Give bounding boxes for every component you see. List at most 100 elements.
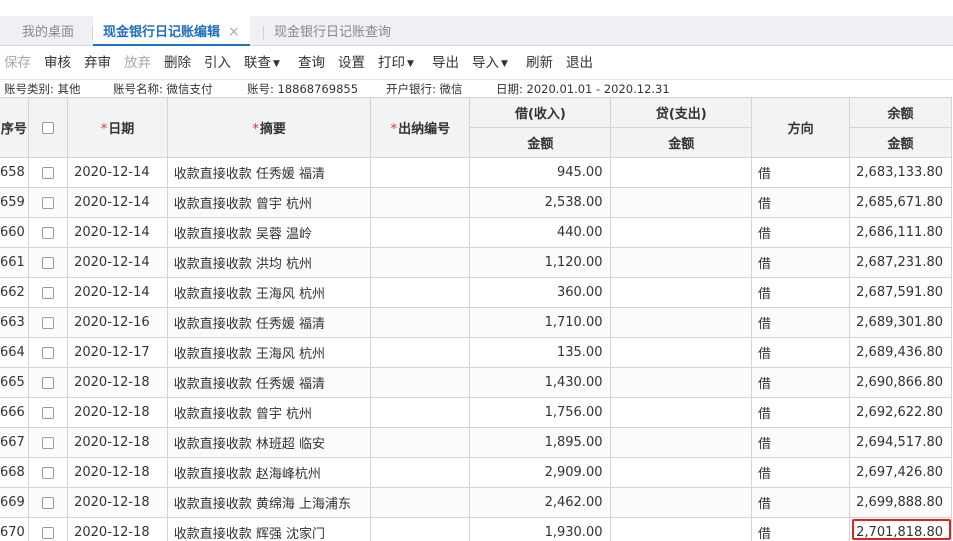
row-credit-amount[interactable] <box>610 457 753 488</box>
row-credit-amount[interactable] <box>610 277 753 308</box>
header-debit[interactable]: 借(收入) <box>469 97 612 128</box>
row-summary[interactable]: 收款直接收款 任秀媛 福清 <box>166 367 372 398</box>
table-row[interactable]: 669 2020-12-18 收款直接收款 黄绵海 上海浦东 2,462.00 借 2,6… <box>0 487 952 518</box>
row-checkbox[interactable] <box>27 487 69 518</box>
row-voucher-no[interactable] <box>370 157 471 188</box>
row-checkbox[interactable] <box>27 457 69 488</box>
row-direction[interactable]: 借 <box>751 247 851 278</box>
header-voucher-no[interactable]: *出纳编号 <box>370 97 471 158</box>
row-voucher-no[interactable] <box>370 247 471 278</box>
row-seq[interactable]: 659 <box>0 187 29 218</box>
row-select-checkbox[interactable] <box>41 466 54 479</box>
row-balance[interactable]: 2,683,133.80 <box>849 157 952 188</box>
row-summary[interactable]: 收款直接收款 洪均 杭州 <box>166 247 372 278</box>
row-summary[interactable]: 收款直接收款 曾宇 杭州 <box>166 397 372 428</box>
row-seq[interactable]: 664 <box>0 337 29 368</box>
toolbar-button[interactable]: 审核 <box>44 48 71 78</box>
header-select-all[interactable] <box>27 97 69 158</box>
row-checkbox[interactable] <box>27 337 69 368</box>
row-select-checkbox[interactable] <box>41 406 54 419</box>
row-seq[interactable]: 658 <box>0 157 29 188</box>
row-debit-amount[interactable]: 1,930.00 <box>469 517 612 541</box>
row-debit-amount[interactable]: 1,756.00 <box>469 397 612 428</box>
row-date[interactable]: 2020-12-14 <box>67 187 168 218</box>
row-direction[interactable]: 借 <box>751 277 851 308</box>
table-row[interactable]: 667 2020-12-18 收款直接收款 林班超 临安 1,895.00 借 2,694… <box>0 427 952 458</box>
row-seq[interactable]: 665 <box>0 367 29 398</box>
row-select-checkbox[interactable] <box>41 196 54 209</box>
row-checkbox[interactable] <box>27 217 69 248</box>
row-balance[interactable]: 2,689,301.80 <box>849 307 952 338</box>
row-select-checkbox[interactable] <box>41 436 54 449</box>
table-row[interactable]: 661 2020-12-14 收款直接收款 洪均 杭州 1,120.00 借 2,687,… <box>0 247 952 278</box>
toolbar-button[interactable]: 设置 <box>338 48 365 78</box>
row-seq[interactable]: 662 <box>0 277 29 308</box>
row-summary[interactable]: 收款直接收款 任秀媛 福清 <box>166 307 372 338</box>
row-voucher-no[interactable] <box>370 187 471 218</box>
table-row[interactable]: 658 2020-12-14 收款直接收款 任秀媛 福清 945.00 借 2,683,1… <box>0 157 952 188</box>
row-date[interactable]: 2020-12-18 <box>67 457 168 488</box>
row-date[interactable]: 2020-12-18 <box>67 367 168 398</box>
row-credit-amount[interactable] <box>610 247 753 278</box>
header-credit[interactable]: 贷(支出) <box>610 97 753 128</box>
row-voucher-no[interactable] <box>370 517 471 541</box>
row-seq[interactable]: 668 <box>0 457 29 488</box>
header-date[interactable]: *日期 <box>67 97 168 158</box>
row-date[interactable]: 2020-12-18 <box>67 397 168 428</box>
row-debit-amount[interactable]: 440.00 <box>469 217 612 248</box>
row-credit-amount[interactable] <box>610 427 753 458</box>
row-debit-amount[interactable]: 135.00 <box>469 337 612 368</box>
row-select-checkbox[interactable] <box>41 256 54 269</box>
row-direction[interactable]: 借 <box>751 307 851 338</box>
row-credit-amount[interactable] <box>610 157 753 188</box>
row-seq[interactable]: 666 <box>0 397 29 428</box>
row-credit-amount[interactable] <box>610 217 753 248</box>
header-seq[interactable]: 序号 <box>0 97 29 158</box>
row-summary[interactable]: 收款直接收款 辉强 沈家门 <box>166 517 372 541</box>
row-seq[interactable]: 660 <box>0 217 29 248</box>
table-row[interactable]: 665 2020-12-18 收款直接收款 任秀媛 福清 1,430.00 借 2,690… <box>0 367 952 398</box>
table-row[interactable]: 663 2020-12-16 收款直接收款 任秀媛 福清 1,710.00 借 2,689… <box>0 307 952 338</box>
row-direction[interactable]: 借 <box>751 517 851 541</box>
row-direction[interactable]: 借 <box>751 337 851 368</box>
row-select-checkbox[interactable] <box>41 226 54 239</box>
row-debit-amount[interactable]: 945.00 <box>469 157 612 188</box>
row-debit-amount[interactable]: 1,430.00 <box>469 367 612 398</box>
row-select-checkbox[interactable] <box>41 376 54 389</box>
row-balance[interactable]: 2,692,622.80 <box>849 397 952 428</box>
row-voucher-no[interactable] <box>370 487 471 518</box>
row-credit-amount[interactable] <box>610 307 753 338</box>
toolbar-button[interactable]: 放弃 <box>124 48 151 78</box>
row-select-checkbox[interactable] <box>41 346 54 359</box>
row-date[interactable]: 2020-12-14 <box>67 277 168 308</box>
row-balance[interactable]: 2,699,888.80 <box>849 487 952 518</box>
row-checkbox[interactable] <box>27 307 69 338</box>
row-credit-amount[interactable] <box>610 517 753 541</box>
row-date[interactable]: 2020-12-16 <box>67 307 168 338</box>
row-select-checkbox[interactable] <box>41 166 54 179</box>
tab-cash-journal-edit[interactable]: 现金银行日记账编辑 × <box>93 16 250 46</box>
row-credit-amount[interactable] <box>610 487 753 518</box>
toolbar-button[interactable]: 保存 <box>4 48 31 78</box>
row-seq[interactable]: 670 <box>0 517 29 541</box>
toolbar-button[interactable]: 弃审 <box>84 48 111 78</box>
toolbar-button[interactable]: 导出 <box>432 48 459 78</box>
toolbar-button[interactable]: 刷新 <box>526 48 553 78</box>
toolbar-button[interactable]: 退出 <box>566 48 593 78</box>
select-all-checkbox[interactable] <box>41 121 54 134</box>
row-date[interactable]: 2020-12-18 <box>67 427 168 458</box>
toolbar-button[interactable]: 删除 <box>164 48 191 78</box>
row-voucher-no[interactable] <box>370 397 471 428</box>
row-voucher-no[interactable] <box>370 307 471 338</box>
row-seq[interactable]: 661 <box>0 247 29 278</box>
toolbar-button[interactable]: 查询 <box>298 48 325 78</box>
row-direction[interactable]: 借 <box>751 457 851 488</box>
row-summary[interactable]: 收款直接收款 吴蓉 温岭 <box>166 217 372 248</box>
toolbar-button[interactable]: 导入 ▼ <box>472 48 508 78</box>
row-direction[interactable]: 借 <box>751 487 851 518</box>
row-seq[interactable]: 669 <box>0 487 29 518</box>
row-credit-amount[interactable] <box>610 367 753 398</box>
row-balance[interactable]: 2,701,818.80 <box>849 517 952 541</box>
row-checkbox[interactable] <box>27 427 69 458</box>
row-seq[interactable]: 667 <box>0 427 29 458</box>
